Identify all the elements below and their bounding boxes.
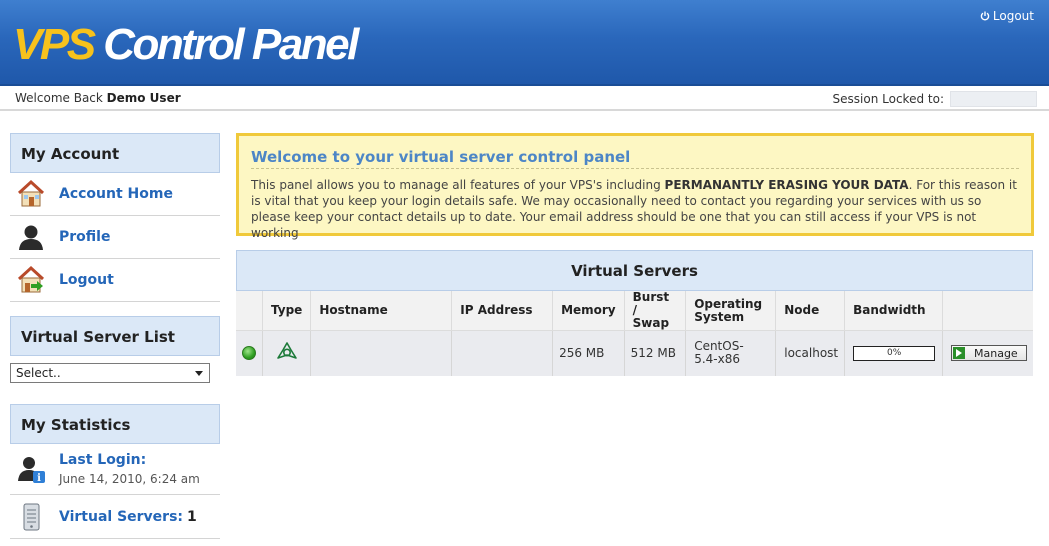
manage-button[interactable]: Manage: [951, 345, 1027, 362]
notice-text: This panel allows you to manage all feat…: [251, 178, 1017, 240]
type-cell: [262, 330, 312, 376]
column-header-ip: IP Address: [451, 291, 554, 331]
column-header-os: Operating System: [685, 291, 777, 331]
statistics-panel: My Statistics i Last Login: June 14, 201…: [10, 404, 220, 539]
column-header-type: Type: [262, 291, 312, 331]
user-info-icon: i: [18, 457, 45, 484]
sidebar-item-label: Profile: [59, 229, 111, 245]
hostname-cell: [310, 330, 453, 376]
server-list-panel: Virtual Server List Select..: [10, 316, 220, 383]
virtual-servers-panel: Virtual Servers Type Hostname IP Address…: [236, 250, 1033, 376]
table-row[interactable]: 256 MB 512 MB CentOS-5.4-x86 localhost 0…: [236, 330, 1033, 376]
server-list-title: Virtual Server List: [10, 316, 220, 356]
memory-cell: 256 MB: [552, 330, 625, 376]
column-header-node: Node: [775, 291, 846, 331]
server-select[interactable]: Select..: [10, 363, 210, 383]
manage-button-label: Manage: [974, 346, 1018, 360]
arrow-right-icon: [953, 347, 965, 360]
header-logout-label: Logout: [992, 9, 1034, 23]
stat-virtual-servers: Virtual Servers: 1: [10, 495, 220, 539]
column-header-actions: [942, 291, 1033, 331]
home-icon: [17, 179, 45, 207]
svg-text:i: i: [37, 473, 41, 484]
statistics-title: My Statistics: [10, 404, 220, 444]
session-label: Session Locked to:: [832, 92, 944, 106]
sidebar-item-logout[interactable]: Logout: [10, 259, 220, 302]
welcome-message: Welcome Back Demo User: [15, 91, 181, 105]
sidebar-item-account-home[interactable]: Account Home: [10, 173, 220, 216]
last-login-label[interactable]: Last Login:: [59, 452, 200, 468]
account-panel-title: My Account: [10, 133, 220, 173]
openvz-icon: [276, 341, 297, 359]
stat-last-login: i Last Login: June 14, 2010, 6:24 am: [10, 444, 220, 495]
os-cell: CentOS-5.4-x86: [685, 330, 777, 376]
home-logout-icon: [17, 265, 45, 293]
welcome-bar: Welcome Back Demo User Session Locked to…: [0, 86, 1049, 111]
node-cell: localhost: [775, 330, 846, 376]
account-panel: My Account Account Home Profile Logout: [10, 133, 220, 302]
user-name: Demo User: [106, 91, 181, 105]
burst-cell: 512 MB: [624, 330, 687, 376]
column-header-burst: Burst / Swap: [624, 291, 687, 331]
status-cell: [236, 330, 263, 376]
server-select-value: Select..: [16, 366, 61, 380]
chevron-down-icon: [195, 370, 203, 376]
column-header-memory: Memory: [552, 291, 625, 331]
server-icon: [23, 503, 40, 530]
column-header-hostname: Hostname: [310, 291, 453, 331]
last-login-value: June 14, 2010, 6:24 am: [59, 472, 200, 486]
status-online-icon: [242, 346, 256, 361]
ip-cell: [451, 330, 554, 376]
session-lock: Session Locked to:: [833, 91, 1037, 107]
virtual-servers-count: 1: [187, 508, 197, 525]
column-header-status: [236, 291, 263, 331]
user-icon: [19, 225, 43, 250]
virtual-servers-title: Virtual Servers: [236, 250, 1033, 291]
session-ip-box: [950, 91, 1037, 107]
header: VPS Control Panel Logout: [0, 0, 1049, 86]
sidebar-item-label: Account Home: [59, 186, 173, 202]
actions-cell: Manage: [942, 330, 1033, 376]
bandwidth-progress-bar: 0%: [853, 345, 936, 361]
app-logo[interactable]: VPS Control Panel: [13, 20, 359, 70]
virtual-servers-label[interactable]: Virtual Servers:: [59, 509, 183, 525]
header-logout-link[interactable]: Logout: [980, 9, 1034, 23]
table-header-row: Type Hostname IP Address Memory Burst / …: [236, 291, 1033, 331]
column-header-bandwidth: Bandwidth: [844, 291, 943, 331]
virtual-servers-table: Type Hostname IP Address Memory Burst / …: [236, 291, 1033, 376]
bandwidth-cell: 0%: [844, 330, 943, 376]
welcome-notice: Welcome to your virtual server control p…: [236, 133, 1034, 240]
sidebar-item-label: Logout: [59, 272, 114, 288]
notice-title: Welcome to your virtual server control p…: [251, 148, 1019, 169]
power-icon: [980, 11, 990, 21]
sidebar-item-profile[interactable]: Profile: [10, 216, 220, 259]
